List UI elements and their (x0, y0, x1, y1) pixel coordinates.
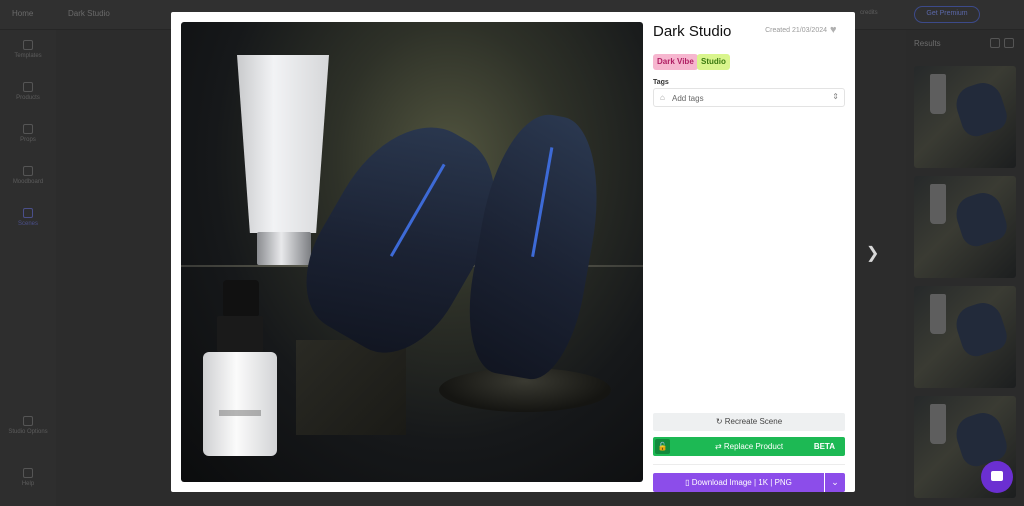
image-info-panel: Dark Studio Created 21/03/2024 ♥ Dark Vi… (653, 22, 845, 492)
chip-studio: Studio (697, 54, 730, 70)
image-title: Dark Studio (653, 23, 732, 40)
products-icon (23, 82, 33, 92)
results-panel: Results (906, 30, 1024, 506)
props-icon (23, 124, 33, 134)
sidebar-item-props[interactable]: Props (0, 124, 56, 143)
replace-label-text: Replace Product (723, 442, 784, 451)
spray-bottle (203, 352, 277, 456)
sidebar-item-label: Scenes (17, 221, 38, 227)
chat-icon[interactable] (981, 461, 1013, 493)
result-thumbnail[interactable] (914, 286, 1016, 388)
file-icon: ▯ (685, 478, 692, 487)
recreate-scene-button[interactable]: ↻ Recreate Scene (653, 413, 845, 431)
cream-tube (237, 55, 329, 233)
spray-bottle-nozzle (223, 280, 259, 316)
moodboard-icon (23, 166, 33, 176)
sidebar-item-help[interactable]: Help (0, 468, 56, 487)
home-link[interactable]: Home (12, 9, 33, 18)
studio-options-icon (23, 416, 33, 426)
credits-text: credits (860, 10, 878, 16)
right-shoe (456, 106, 614, 386)
list-view-icon[interactable] (990, 38, 1000, 48)
sidebar-item-scenes[interactable]: Scenes (0, 208, 56, 227)
chevron-updown-icon: ⇕ (832, 92, 839, 101)
image-detail-modal: Dark Studio Created 21/03/2024 ♥ Dark Vi… (171, 12, 855, 492)
results-header: Results (914, 39, 941, 48)
project-title: Dark Studio (68, 9, 110, 18)
sidebar-item-label: Moodboard (12, 179, 44, 185)
display-block (296, 340, 406, 435)
tag-icon: ⌂ (660, 93, 665, 102)
cream-tube-cap (257, 232, 311, 265)
tags-label: Tags (653, 79, 669, 86)
sidebar-item-studio-options[interactable]: Studio Options (0, 416, 56, 435)
sidebar-item-products[interactable]: Products (0, 82, 56, 101)
scenes-icon (23, 208, 33, 218)
download-label: Download Image | 1K | PNG (691, 478, 792, 487)
sidebar-item-label: Products (16, 95, 40, 101)
premium-button[interactable]: Get Premium (914, 6, 980, 23)
heart-icon[interactable]: ♥ (830, 25, 842, 36)
recreate-label: Recreate Scene (724, 417, 783, 426)
templates-icon (23, 40, 33, 50)
spray-bottle-collar (217, 316, 263, 352)
spray-bottle-label (219, 410, 261, 416)
chevron-down-icon: ⌄ (831, 477, 839, 487)
tags-select[interactable]: ⌂ Add tags ⇕ (653, 88, 845, 107)
beta-badge: BETA (813, 442, 835, 451)
swap-icon: ⇄ (714, 442, 724, 451)
sidebar-item-moodboard[interactable]: Moodboard (0, 166, 56, 185)
generated-scene-image (181, 22, 643, 482)
replace-product-button[interactable]: 🔓 ⇄ Replace Product BETA (653, 437, 845, 456)
divider (653, 464, 845, 465)
created-date: Created 21/03/2024 (765, 27, 827, 34)
result-thumbnail[interactable] (914, 66, 1016, 168)
sidebar: Templates Products Props Moodboard Scene… (0, 30, 56, 506)
sidebar-item-label: Help (21, 481, 35, 487)
download-options-button[interactable]: ⌄ (825, 473, 845, 492)
download-image-button[interactable]: ▯ Download Image | 1K | PNG (653, 473, 824, 492)
sidebar-item-templates[interactable]: Templates (0, 40, 56, 59)
tags-placeholder: Add tags (672, 94, 704, 103)
sidebar-item-label: Props (20, 137, 36, 143)
help-icon (23, 468, 33, 478)
result-thumbnail[interactable] (914, 176, 1016, 278)
chevron-right-icon[interactable]: ❯ (866, 243, 879, 263)
sidebar-item-label: Templates (14, 53, 42, 59)
recreate-icon: ↻ (715, 417, 725, 426)
grid-view-icon[interactable] (1004, 38, 1014, 48)
sidebar-item-label: Studio Options (8, 429, 48, 435)
chip-dark-vibe: Dark Vibe (653, 54, 698, 70)
